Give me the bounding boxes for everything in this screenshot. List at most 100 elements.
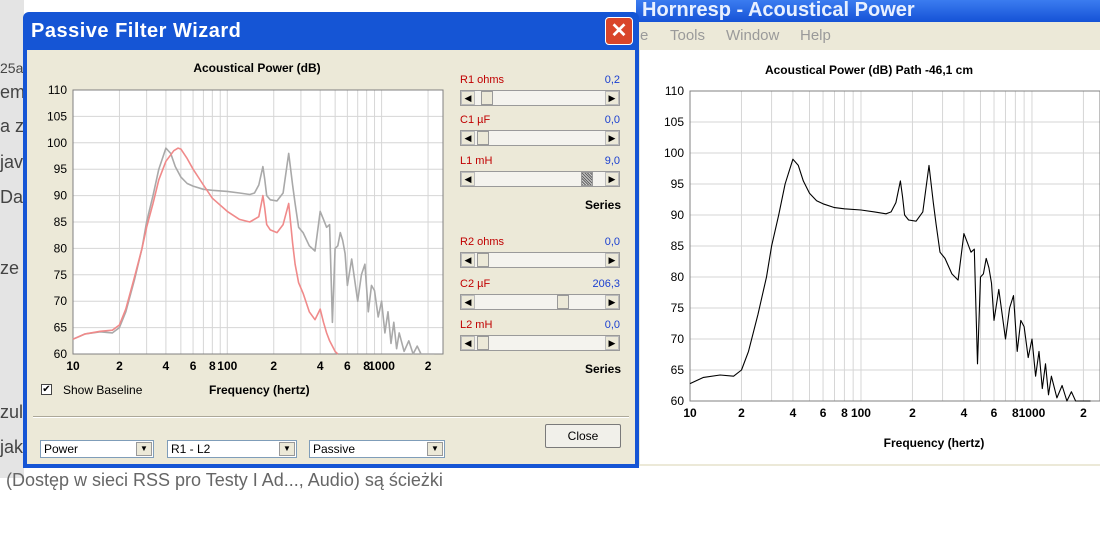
wizard-y-tick-label: 105 bbox=[47, 109, 67, 123]
arrow-right-icon[interactable]: ▶ bbox=[605, 91, 619, 105]
menu-item-file[interactable]: e bbox=[640, 27, 648, 44]
slider-track-2[interactable]: ◀ ▶ bbox=[460, 171, 620, 187]
series-label-bottom: Series bbox=[585, 362, 622, 376]
hornresp-y-tick-label: 65 bbox=[671, 363, 685, 377]
bg-text-line-3: a z bbox=[0, 116, 25, 136]
wizard-y-tick-label: 90 bbox=[54, 189, 68, 203]
slider-thumb-1[interactable] bbox=[477, 131, 490, 145]
slider-track-1[interactable]: ◀ ▶ bbox=[460, 130, 620, 146]
chevron-down-icon: ▼ bbox=[427, 442, 443, 456]
wizard-y-tick-label: 80 bbox=[54, 241, 68, 255]
wizard-x-tick-label: 1000 bbox=[368, 359, 395, 370]
mode-select[interactable]: Passive ▼ bbox=[309, 440, 445, 458]
hornresp-x-tick-label: 6 bbox=[820, 406, 827, 420]
bg-text-line-8: jak bbox=[0, 437, 24, 457]
slider-value-2: 9,0 bbox=[604, 155, 620, 167]
arrow-right-icon[interactable]: ▶ bbox=[605, 172, 619, 186]
slider-track-0[interactable]: ◀ ▶ bbox=[460, 90, 620, 106]
slider-track-4[interactable]: ◀ ▶ bbox=[460, 294, 620, 310]
slider-thumb-5[interactable] bbox=[477, 336, 490, 350]
wizard-y-tick-label: 60 bbox=[54, 347, 68, 361]
hornresp-y-tick-label: 105 bbox=[664, 115, 684, 129]
wizard-x-tick-label: 4 bbox=[317, 359, 324, 370]
type-select[interactable]: Power ▼ bbox=[40, 440, 154, 458]
arrow-left-icon[interactable]: ◀ bbox=[461, 131, 475, 145]
separator bbox=[33, 416, 629, 418]
wizard-y-tick-label: 100 bbox=[47, 136, 67, 150]
branch-select-value: R1 - L2 bbox=[171, 442, 211, 456]
slider-thumb-3[interactable] bbox=[477, 253, 490, 267]
wizard-x-tick-label: 6 bbox=[344, 359, 351, 370]
bg-text-line-4: jav bbox=[0, 152, 24, 172]
slider-label-0: R1 ohms bbox=[460, 74, 505, 86]
arrow-left-icon[interactable]: ◀ bbox=[461, 172, 475, 186]
chevron-down-icon: ▼ bbox=[136, 442, 152, 456]
show-baseline-label: Show Baseline bbox=[63, 383, 143, 397]
slider-track-5[interactable]: ◀ ▶ bbox=[460, 335, 620, 351]
wizard-y-tick-label: 95 bbox=[54, 162, 68, 176]
wizard-x-tick-label: 8 bbox=[209, 359, 216, 370]
bg-text-line-1: 25a bbox=[0, 60, 24, 76]
bg-text-line-7: zul bbox=[0, 402, 24, 422]
slider-value-3: 0,0 bbox=[604, 236, 620, 248]
hornresp-chart-xlabel: Frequency (hertz) bbox=[884, 436, 985, 450]
hornresp-title-bar[interactable]: Hornresp - Acoustical Power bbox=[636, 0, 1100, 22]
hornresp-y-tick-label: 60 bbox=[671, 394, 685, 408]
dialog-body: Acoustical Power (dB) 60 65 70 75 80 85 90 95 10… bbox=[27, 50, 635, 464]
slider-label-3: R2 ohms bbox=[460, 236, 505, 248]
hornresp-y-tick-label: 70 bbox=[671, 332, 685, 346]
arrow-left-icon[interactable]: ◀ bbox=[461, 336, 475, 350]
arrow-right-icon[interactable]: ▶ bbox=[605, 131, 619, 145]
hornresp-x-tick-label: 2 bbox=[1080, 406, 1087, 420]
wizard-x-tick-label: 2 bbox=[270, 359, 277, 370]
hornresp-x-tick-label: 4 bbox=[961, 406, 968, 420]
hornresp-y-tick-label: 85 bbox=[671, 239, 685, 253]
wizard-y-tick-label: 70 bbox=[54, 294, 68, 308]
arrow-left-icon[interactable]: ◀ bbox=[461, 253, 475, 267]
wizard-y-tick-label: 85 bbox=[54, 215, 68, 229]
type-select-value: Power bbox=[44, 442, 79, 456]
menu-item-window[interactable]: Window bbox=[726, 27, 779, 44]
slider-value-4: 206,3 bbox=[592, 278, 620, 290]
hornresp-chart-panel: Acoustical Power (dB) Path -46,1 cm Freq… bbox=[640, 50, 1100, 464]
wizard-x-tick-label: 6 bbox=[190, 359, 197, 370]
hornresp-menu-bar: e Tools Window Help bbox=[636, 24, 1100, 46]
slider-label-1: C1 µF bbox=[460, 114, 491, 126]
hornresp-title: Hornresp - Acoustical Power bbox=[642, 0, 915, 21]
hornresp-chart-title: Acoustical Power (dB) Path -46,1 cm bbox=[765, 63, 973, 77]
arrow-right-icon[interactable]: ▶ bbox=[605, 295, 619, 309]
slider-track-3[interactable]: ◀ ▶ bbox=[460, 252, 620, 268]
wizard-x-tick-label: 4 bbox=[163, 359, 170, 370]
hornresp-x-tick-label: 1000 bbox=[1019, 406, 1046, 420]
arrow-left-icon[interactable]: ◀ bbox=[461, 295, 475, 309]
dialog-close-button[interactable]: ✕ bbox=[605, 17, 633, 45]
wizard-chart-title: Acoustical Power (dB) bbox=[193, 61, 320, 75]
close-icon: ✕ bbox=[610, 20, 628, 42]
branch-select[interactable]: R1 - L2 ▼ bbox=[167, 440, 297, 458]
slider-thumb-2[interactable] bbox=[580, 172, 593, 186]
arrow-right-icon[interactable]: ▶ bbox=[605, 336, 619, 350]
wizard-chart-xlabel: Frequency (hertz) bbox=[209, 383, 310, 397]
bg-text-line-9: (Dostęp w sieci RSS pro Testy I Ad..., A… bbox=[6, 470, 443, 490]
arrow-right-icon[interactable]: ▶ bbox=[605, 253, 619, 267]
arrow-left-icon[interactable]: ◀ bbox=[461, 91, 475, 105]
wizard-y-tick-label: 65 bbox=[54, 321, 68, 335]
hornresp-x-tick-label: 8 bbox=[841, 406, 848, 420]
menu-item-tools[interactable]: Tools bbox=[670, 27, 705, 44]
hornresp-chart: Acoustical Power (dB) Path -46,1 cm Freq… bbox=[664, 63, 1100, 450]
slider-thumb-4[interactable] bbox=[556, 295, 569, 309]
hornresp-x-tick-label: 10 bbox=[683, 406, 697, 420]
wizard-x-tick-label: 100 bbox=[217, 359, 237, 370]
menu-item-help[interactable]: Help bbox=[800, 27, 831, 44]
slider-label-2: L1 mH bbox=[460, 155, 493, 167]
bg-text-line-6: ze bbox=[0, 258, 20, 278]
hornresp-y-tick-label: 110 bbox=[665, 84, 684, 98]
close-button[interactable]: Close bbox=[545, 424, 621, 448]
slider-value-1: 0,0 bbox=[604, 114, 620, 126]
hornresp-y-tick-label: 95 bbox=[671, 177, 685, 191]
show-baseline-checkbox[interactable]: ✔ bbox=[41, 384, 52, 395]
wizard-x-tick-label: 2 bbox=[425, 359, 432, 370]
chevron-down-icon: ▼ bbox=[279, 442, 295, 456]
slider-thumb-0[interactable] bbox=[481, 91, 493, 105]
wizard-x-tick-label: 2 bbox=[116, 359, 123, 370]
